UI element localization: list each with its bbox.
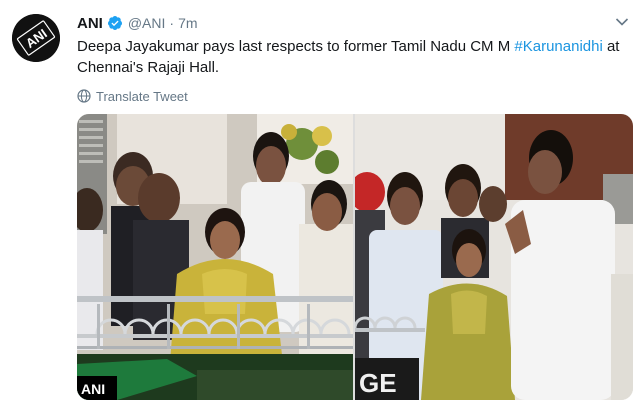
ani-logo-icon: ANI <box>12 14 60 62</box>
verified-badge-icon <box>107 16 122 30</box>
photo-right-text: GE <box>359 368 397 398</box>
tweet-text-body: Deepa Jayakumar pays last respects to fo… <box>77 38 515 55</box>
photo-right[interactable]: GE <box>355 114 633 400</box>
caret-down-icon[interactable] <box>615 17 629 27</box>
globe-icon <box>77 89 91 103</box>
tweet-text: Deepa Jayakumar pays last respects to fo… <box>77 36 632 78</box>
translate-tweet-button[interactable]: Translate Tweet <box>77 87 188 105</box>
author-name[interactable]: ANI <box>77 15 103 32</box>
photo-right-image: GE <box>355 114 633 400</box>
tweet-timestamp[interactable]: 7m <box>178 15 197 31</box>
author-handle[interactable]: @ANI <box>128 15 166 31</box>
media-grid: ANI GE <box>77 114 633 400</box>
tweet-header: ANI @ANI · 7m <box>77 13 198 33</box>
hashtag-link[interactable]: #Karunanidhi <box>514 38 602 55</box>
photo-left-text: ANI <box>81 381 105 397</box>
photo-left[interactable]: ANI <box>77 114 353 400</box>
translate-label: Translate Tweet <box>96 88 188 104</box>
photo-left-image: ANI <box>77 114 353 400</box>
header-separator: · <box>169 15 175 31</box>
author-avatar[interactable]: ANI <box>12 14 60 62</box>
